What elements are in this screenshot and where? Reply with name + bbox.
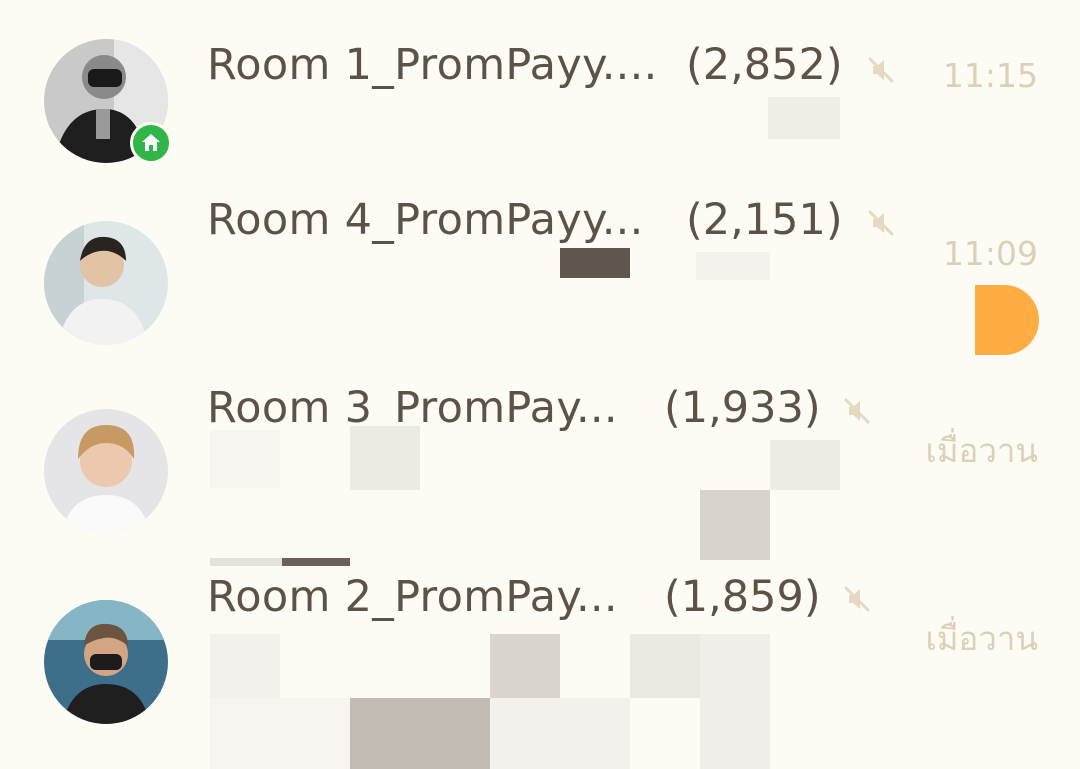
chat-time: เมื่อวาน <box>925 619 1038 658</box>
chat-list: Room 1_PromPayy.... (2,852) 11:15 Room 4… <box>0 0 1080 769</box>
blurred-preview <box>210 634 280 698</box>
chat-row-room-2[interactable]: Room 2_PromPay... (1,859) เมื่อวาน <box>0 562 1080 769</box>
avatar-icon <box>44 600 168 724</box>
blurred-preview <box>770 440 840 490</box>
chat-unread-count: (2,151) <box>686 195 843 245</box>
avatar-icon <box>44 221 168 345</box>
avatar[interactable] <box>44 221 168 345</box>
blurred-preview <box>768 97 840 139</box>
avatar-icon <box>44 409 168 533</box>
blurred-preview <box>700 634 770 769</box>
blurred-preview <box>350 426 420 490</box>
home-icon <box>142 134 160 151</box>
blurred-preview <box>696 252 770 280</box>
chat-unread-count: (2,852) <box>686 40 843 90</box>
mute-icon <box>868 210 894 236</box>
blurred-preview <box>630 634 700 698</box>
chat-row-room-3[interactable]: Room 3_PromPay... (1,933) เมื่อวาน <box>0 368 1080 566</box>
mute-icon <box>844 398 870 424</box>
blurred-preview <box>490 698 630 769</box>
chat-name: Room 1_PromPayy.... <box>207 40 658 90</box>
blurred-preview <box>560 248 630 278</box>
blurred-preview <box>210 698 350 769</box>
chat-time: 11:15 <box>942 56 1038 95</box>
chat-time: เมื่อวาน <box>925 431 1038 470</box>
avatar[interactable] <box>44 409 168 533</box>
chat-unread-count: (1,933) <box>664 383 821 433</box>
chat-name: Room 2_PromPay... <box>207 572 618 622</box>
blurred-preview <box>700 490 770 560</box>
home-badge <box>130 122 172 164</box>
blurred-preview <box>350 698 490 769</box>
chat-row-room-4[interactable]: Room 4_PromPayy... (2,151) 11:09 <box>0 178 1080 358</box>
avatar[interactable] <box>44 600 168 724</box>
chat-unread-count: (1,859) <box>664 572 821 622</box>
mute-icon <box>868 57 894 83</box>
chat-time: 11:09 <box>942 234 1038 273</box>
mute-icon <box>844 586 870 612</box>
blurred-preview <box>210 430 280 488</box>
chat-name: Room 4_PromPayy... <box>207 195 644 245</box>
blurred-preview <box>490 634 560 698</box>
chat-row-room-1[interactable]: Room 1_PromPayy.... (2,852) 11:15 <box>0 0 1080 180</box>
